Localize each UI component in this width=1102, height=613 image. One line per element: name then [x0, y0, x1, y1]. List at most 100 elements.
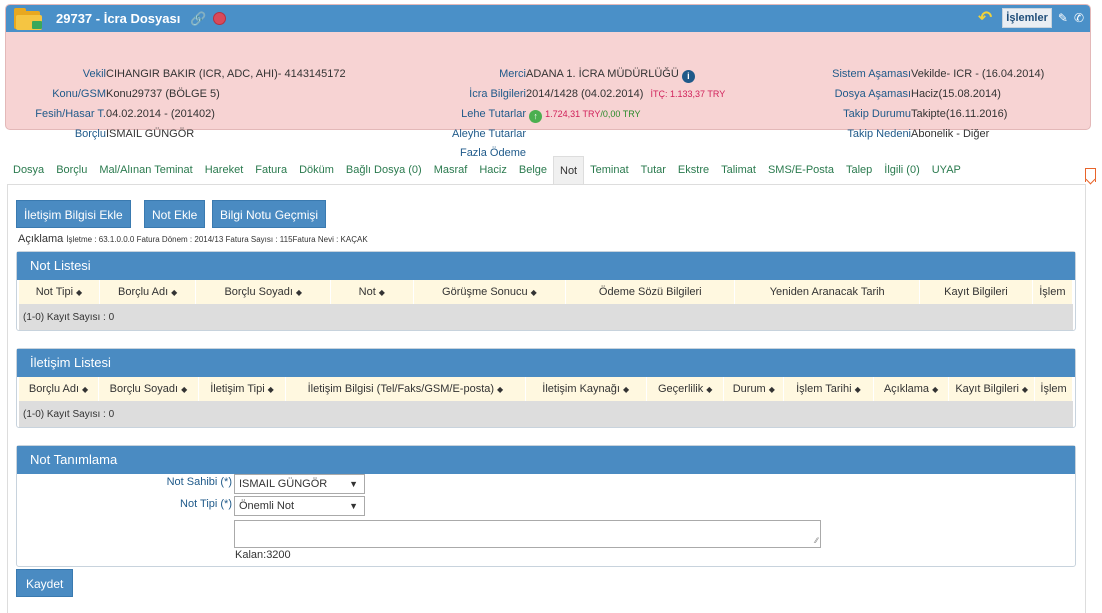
record-count: (1-0) Kayıt Sayısı : 0 [19, 401, 1073, 427]
tab-item[interactable]: Döküm [293, 156, 340, 184]
sort-icon[interactable]: ◆ [855, 385, 861, 394]
column-header[interactable]: Yeniden Aranacak Tarih [734, 280, 921, 304]
link-icon[interactable]: 🔗 [190, 11, 206, 27]
save-button[interactable]: Kaydet [16, 569, 74, 597]
info-takip-durumu: Takip DurumuTakipte(16.11.2016) [843, 108, 1008, 120]
actions-button[interactable]: İşlemler [1002, 8, 1052, 28]
tab-item[interactable]: Masraf [428, 156, 474, 184]
tab-item[interactable]: Talep [840, 156, 878, 184]
column-header[interactable]: Not ◆ [330, 280, 414, 304]
remaining-chars: Kalan:3200 [235, 549, 291, 561]
column-header[interactable]: Görüşme Sonucu ◆ [413, 280, 567, 304]
panel-title: Not Tanımlama [17, 446, 1075, 474]
tab-item[interactable]: Tutar [635, 156, 672, 184]
note-type-select[interactable]: Önemli Not ▼ [234, 496, 365, 516]
info-lehe: Lehe Tutarlar ↑ 1.724,31 TRY/0,00 TRY [461, 108, 641, 123]
column-header[interactable]: İşlem [1034, 377, 1073, 401]
sort-icon[interactable]: ◆ [932, 385, 938, 394]
sort-icon[interactable]: ◆ [296, 288, 302, 297]
tab-item[interactable]: UYAP [926, 156, 967, 184]
info-fesih: Fesih/Hasar T.04.02.2014 - (201402) [35, 108, 215, 120]
sort-icon[interactable]: ◆ [623, 385, 629, 394]
sort-icon[interactable]: ◆ [497, 385, 503, 394]
info-sistem: Sistem AşamasıVekilde- ICR - (16.04.2014… [832, 68, 1045, 80]
note-table: Not Tipi ◆ Borçlu Adı ◆ Borçlu Soyadı ◆ Not ◆ Gö… [19, 280, 1074, 330]
tab-item[interactable]: Ekstre [672, 156, 715, 184]
description: Açıklama İşletme : 63.1.0.0.0 Fatura Dön… [18, 233, 368, 245]
note-owner-label: Not Sahibi (*) [166, 476, 232, 488]
phone-icon[interactable]: ✆ [1074, 11, 1084, 25]
column-header[interactable]: Açıklama ◆ [873, 377, 950, 401]
folder-icon [14, 7, 42, 30]
column-header[interactable]: Borçlu Adı ◆ [19, 377, 100, 401]
record-count: (1-0) Kayıt Sayısı : 0 [19, 304, 1073, 330]
tab-item[interactable]: SMS/E-Posta [762, 156, 840, 184]
sort-icon[interactable]: ◆ [82, 385, 88, 394]
page-title: 29737 - İcra Dosyası [56, 11, 181, 26]
sort-icon[interactable]: ◆ [76, 288, 82, 297]
column-header[interactable]: Kayıt Bilgileri [919, 280, 1033, 304]
note-list-panel: Not Listesi Not Tipi ◆ Borçlu Adı ◆ Borçlu S… [16, 251, 1076, 331]
contact-table: Borçlu Adı ◆ Borçlu Soyadı ◆ İletişim Tipi ◆ İ… [19, 377, 1073, 427]
contact-list-panel: İletişim Listesi Borçlu Adı ◆ Borçlu Soyad… [16, 348, 1076, 428]
tab-item[interactable]: Haciz [473, 156, 513, 184]
column-header[interactable]: Geçerlilik ◆ [646, 377, 725, 401]
column-header[interactable]: İşlem [1032, 280, 1074, 304]
note-history-button[interactable]: Bilgi Notu Geçmişi [212, 200, 327, 228]
tab-item[interactable]: Not [553, 156, 585, 184]
info-icon[interactable]: i [681, 70, 695, 83]
tab-bar: Dosya Borçlu Mal/Alınan Teminat Hareket Fatu… [7, 156, 967, 184]
add-note-button[interactable]: Not Ekle [144, 200, 206, 228]
tab-item[interactable]: Bağlı Dosya (0) [340, 156, 428, 184]
sort-icon[interactable]: ◆ [1022, 385, 1028, 394]
edit-icon[interactable]: ✎ [1058, 11, 1068, 25]
tab-item[interactable]: Hareket [199, 156, 250, 184]
tab-item[interactable]: Belge [513, 156, 553, 184]
note-owner-select[interactable]: ISMAIL GÜNGÖR ▼ [234, 474, 365, 494]
arrow-up-icon: ↑ [529, 110, 543, 123]
undo-icon[interactable]: ↶ [978, 8, 992, 28]
column-header[interactable]: İşlem Tarihi ◆ [783, 377, 874, 401]
info-konu: Konu/GSMKonu29737 (BÖLGE 5) [52, 88, 220, 100]
column-header[interactable]: Kayıt Bilgileri ◆ [948, 377, 1036, 401]
sort-icon[interactable]: ◆ [706, 385, 712, 394]
info-merci: MerciADANA 1. İCRA MÜDÜRLÜĞÜ i [400, 68, 760, 83]
sort-icon[interactable]: ◆ [268, 385, 274, 394]
info-aleyhe: Aleyhe Tutarlar [452, 128, 526, 140]
column-header[interactable]: İletişim Kaynağı ◆ [525, 377, 647, 401]
note-textarea[interactable]: ∕∕ [234, 520, 821, 548]
sort-icon[interactable]: ◆ [379, 288, 385, 297]
column-header[interactable]: Borçlu Soyadı ◆ [98, 377, 199, 401]
tab-item[interactable]: Talimat [715, 156, 762, 184]
status-dot-icon [212, 12, 226, 25]
tab-item[interactable]: Teminat [584, 156, 635, 184]
tab-item[interactable]: Borçlu [50, 156, 93, 184]
column-header[interactable]: Borçlu Adı ◆ [99, 280, 197, 304]
tab-item[interactable]: Mal/Alınan Teminat [93, 156, 198, 184]
info-borclu: BorçluISMAIL GÜNGÖR [74, 128, 195, 140]
panel-title: İletişim Listesi [17, 349, 1075, 377]
column-header[interactable]: Ödeme Sözü Bilgileri [565, 280, 736, 304]
info-vekil: VekilCIHANGIR BAKIR (ICR, ADC, AHI)- 414… [82, 68, 346, 80]
add-contact-button[interactable]: İletişim Bilgisi Ekle [16, 200, 131, 228]
info-takip-nedeni: Takip NedeniAbonelik - Diğer [847, 128, 990, 140]
caret-down-icon: ▼ [349, 501, 358, 511]
column-header[interactable]: Not Tipi ◆ [19, 280, 100, 304]
tab-item[interactable]: Dosya [7, 156, 50, 184]
tab-item[interactable]: Fatura [249, 156, 293, 184]
bookmark-icon[interactable] [1085, 168, 1096, 182]
column-header[interactable]: Borçlu Soyadı ◆ [195, 280, 332, 304]
header-bar: 29737 - İcra Dosyası 🔗 ↶ İşlemler ✎ ✆ [6, 5, 1090, 32]
sort-icon[interactable]: ◆ [531, 288, 537, 297]
tab-item[interactable]: İlgili (0) [878, 156, 925, 184]
info-icra: İcra Bilgileri2014/1428 (04.02.2014) İTÇ… [469, 88, 726, 100]
column-header[interactable]: İletişim Tipi ◆ [198, 377, 287, 401]
panel-title: Not Listesi [17, 252, 1075, 280]
column-header[interactable]: Durum ◆ [723, 377, 785, 401]
resize-handle-icon[interactable]: ∕∕ [815, 536, 818, 545]
sort-icon[interactable]: ◆ [171, 288, 177, 297]
note-type-label: Not Tipi (*) [180, 498, 232, 510]
column-header[interactable]: İletişim Bilgisi (Tel/Faks/GSM/E-posta) ◆ [285, 377, 526, 401]
sort-icon[interactable]: ◆ [181, 385, 187, 394]
sort-icon[interactable]: ◆ [769, 385, 775, 394]
